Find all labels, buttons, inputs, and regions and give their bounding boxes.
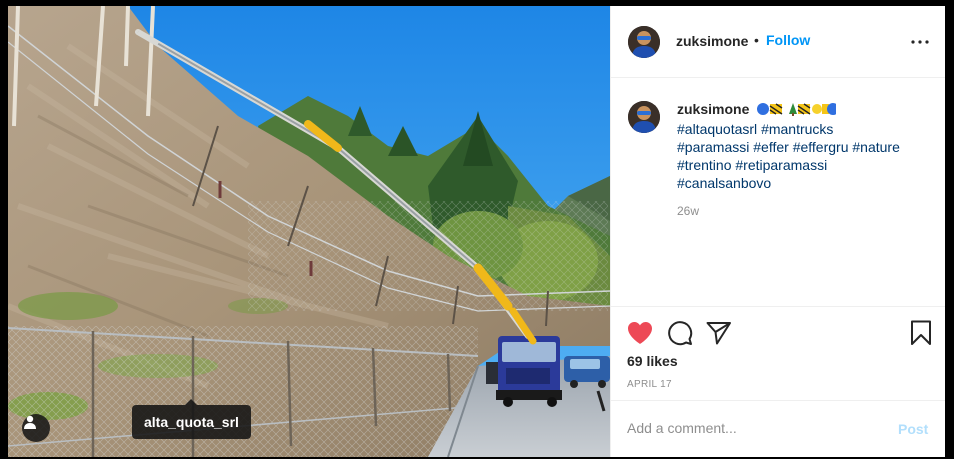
avatar-image bbox=[628, 26, 660, 58]
caption-avatar[interactable] bbox=[628, 101, 660, 133]
paper-plane-icon bbox=[706, 322, 731, 345]
user-icon bbox=[24, 415, 36, 429]
caption-username[interactable]: zuksimone bbox=[677, 101, 749, 117]
post-header: zuksimone • Follow bbox=[611, 6, 945, 78]
user-tag-bubble[interactable]: alta_quota_srl bbox=[132, 399, 251, 439]
author-username[interactable]: zuksimone bbox=[676, 33, 748, 49]
caption-timestamp[interactable]: 26w bbox=[677, 204, 699, 218]
caption-emoji-sequence bbox=[756, 102, 840, 120]
photo-scene bbox=[8, 6, 610, 457]
user-tag-icon[interactable] bbox=[22, 414, 50, 442]
avatar-image bbox=[628, 101, 660, 133]
separator-dot: • bbox=[754, 32, 759, 48]
comment-bar: Post bbox=[611, 400, 945, 457]
comment-icon bbox=[668, 321, 693, 346]
more-horizontal-icon[interactable] bbox=[908, 30, 932, 54]
hashtag-link[interactable]: #effer bbox=[753, 139, 789, 155]
post-side-panel: zuksimone • Follow zuksimone #altaquotas… bbox=[610, 6, 945, 457]
heart-filled-icon bbox=[628, 322, 652, 344]
hashtag-link[interactable]: #altaquotasrl bbox=[677, 121, 757, 137]
comment-input[interactable] bbox=[627, 413, 887, 443]
post-photo[interactable]: alta_quota_srl bbox=[8, 6, 610, 457]
hashtag-link[interactable]: #canalsanbovo bbox=[677, 175, 771, 191]
hashtag-link[interactable]: #retiparamassi bbox=[735, 157, 827, 173]
hashtag-link[interactable]: #nature bbox=[852, 139, 899, 155]
hashtag-link[interactable]: #mantrucks bbox=[761, 121, 833, 137]
hashtag-link[interactable]: #trentino bbox=[677, 157, 731, 173]
likes-count[interactable]: 69 likes bbox=[627, 353, 678, 369]
bookmark-icon bbox=[911, 320, 931, 345]
save-button[interactable] bbox=[907, 319, 935, 347]
author-avatar[interactable] bbox=[628, 26, 660, 58]
follow-button[interactable]: Follow bbox=[766, 32, 810, 48]
post-dialog: alta_quota_srl zuksimone • Follow zuksim… bbox=[8, 6, 945, 457]
like-button[interactable] bbox=[626, 319, 654, 347]
post-caption: zuksimone #altaquotasrl #mantrucks #para… bbox=[677, 100, 932, 192]
post-actions: 69 likes APRIL 17 bbox=[611, 306, 945, 398]
post-comment-button[interactable]: Post bbox=[898, 421, 928, 437]
hashtag-link[interactable]: #paramassi bbox=[677, 139, 749, 155]
share-button[interactable] bbox=[705, 319, 733, 347]
comment-button[interactable] bbox=[666, 319, 694, 347]
post-date[interactable]: APRIL 17 bbox=[627, 379, 672, 390]
hashtag-link[interactable]: #effergru bbox=[793, 139, 849, 155]
